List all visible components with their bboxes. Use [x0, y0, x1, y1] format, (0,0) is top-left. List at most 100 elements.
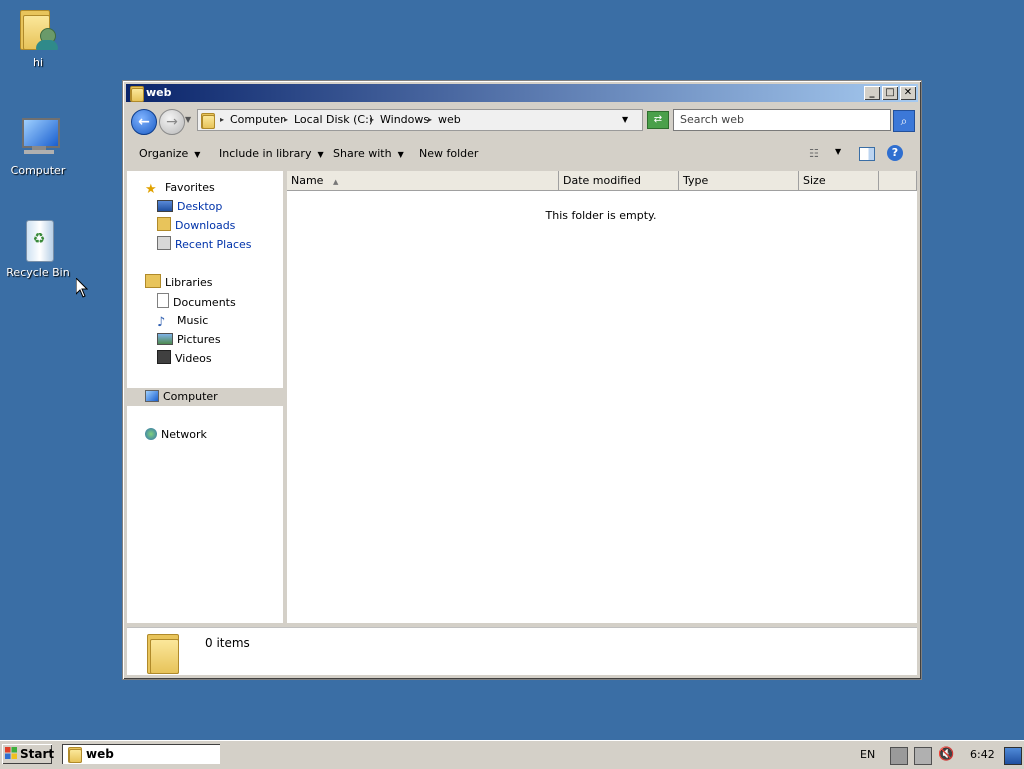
nav-computer[interactable]: Computer: [145, 388, 218, 406]
desktop-icon-label: Recycle Bin: [6, 266, 70, 279]
breadcrumb-separator[interactable]: ▸: [370, 110, 374, 130]
include-in-library-label: Include in library: [219, 147, 312, 160]
empty-folder-message: This folder is empty.: [545, 209, 657, 222]
nav-label: Videos: [175, 352, 212, 365]
taskbar-window-web[interactable]: web: [62, 744, 220, 764]
organize-menu[interactable]: Organize ▼: [139, 147, 200, 160]
minimize-button[interactable]: _: [864, 86, 880, 100]
recent-places-icon: [157, 236, 171, 250]
title-bar[interactable]: web _ □ ✕: [126, 84, 918, 102]
pictures-icon: [157, 333, 173, 345]
network-status-icon[interactable]: [914, 747, 932, 765]
back-button[interactable]: ←: [131, 109, 157, 135]
desktop-icon-computer[interactable]: Computer: [0, 116, 76, 177]
nav-label: Pictures: [177, 333, 221, 346]
organize-label: Organize: [139, 147, 189, 160]
nav-pictures[interactable]: Pictures: [157, 331, 221, 349]
taskbar-window-label: web: [86, 747, 114, 761]
computer-icon: [16, 116, 60, 160]
nav-label: Computer: [163, 390, 218, 403]
help-icon[interactable]: ?: [887, 145, 903, 161]
show-desktop-icon[interactable]: [1004, 747, 1022, 765]
breadcrumb-separator[interactable]: ▸: [220, 110, 224, 130]
nav-videos[interactable]: Videos: [157, 350, 212, 368]
column-header-name[interactable]: Name ▲: [287, 171, 559, 191]
folder-icon: [201, 113, 215, 129]
star-icon: ★: [145, 182, 157, 197]
nav-label: Favorites: [165, 181, 215, 194]
breadcrumb-local-disk[interactable]: Local Disk (C:): [294, 110, 373, 130]
nav-libraries[interactable]: Libraries: [145, 274, 213, 292]
search-icon[interactable]: ⌕: [893, 110, 915, 132]
column-label: Name: [291, 174, 324, 187]
sort-ascending-icon: ▲: [332, 178, 339, 186]
nav-label: Documents: [173, 296, 236, 309]
column-header-type[interactable]: Type: [679, 171, 799, 191]
chevron-down-icon[interactable]: ▼: [835, 147, 841, 156]
videos-icon: [157, 350, 171, 364]
windows-logo-icon: [5, 747, 17, 759]
nav-label: Recent Places: [175, 238, 252, 251]
start-label: Start: [20, 747, 55, 761]
user-folder-icon: [16, 8, 60, 52]
column-header-size[interactable]: Size: [799, 171, 879, 191]
chevron-down-icon: ▼: [397, 150, 404, 159]
nav-downloads[interactable]: Downloads: [157, 217, 235, 235]
nav-favorites[interactable]: ★ Favorites: [145, 179, 215, 197]
view-options-icon[interactable]: ☷: [809, 147, 819, 160]
nav-recent-places[interactable]: Recent Places: [157, 236, 252, 254]
desktop-icon: [157, 200, 173, 212]
breadcrumb-computer[interactable]: Computer: [230, 110, 285, 130]
volume-muted-icon[interactable]: 🔇: [938, 747, 954, 763]
folder-icon: [147, 634, 179, 674]
folder-icon: [130, 86, 144, 102]
address-bar[interactable]: ▸ Computer ▸ Local Disk (C:) ▸ Windows ▸…: [197, 109, 643, 131]
documents-icon: [157, 293, 169, 308]
folder-icon: [68, 747, 82, 763]
music-icon: ♪: [157, 315, 166, 330]
desktop-icon-recycle-bin[interactable]: ♻ Recycle Bin: [0, 218, 76, 279]
search-placeholder: Search web: [680, 113, 745, 126]
new-folder-button[interactable]: New folder: [419, 147, 478, 160]
breadcrumb-windows[interactable]: Windows: [380, 110, 429, 130]
nav-label: Libraries: [165, 276, 213, 289]
include-in-library-menu[interactable]: Include in library ▼: [219, 147, 324, 160]
nav-documents[interactable]: Documents: [157, 293, 236, 311]
language-indicator[interactable]: EN: [860, 741, 875, 769]
share-with-menu[interactable]: Share with ▼: [333, 147, 404, 160]
navigation-pane: ★ Favorites Desktop Downloads Recent Plac…: [127, 171, 283, 623]
desktop-icon-hi[interactable]: hi: [0, 8, 76, 69]
nav-desktop[interactable]: Desktop: [157, 198, 222, 216]
address-dropdown-icon[interactable]: ▼: [622, 110, 628, 130]
explorer-window[interactable]: web _ □ ✕ ← → ▼ ▸ Computer ▸ Local Disk …: [122, 80, 922, 680]
share-with-label: Share with: [333, 147, 392, 160]
nav-label: Network: [161, 428, 207, 441]
breadcrumb-separator[interactable]: ▸: [284, 110, 288, 130]
file-list[interactable]: Name ▲ Date modified Type Size This fold…: [287, 171, 917, 623]
preview-pane-icon[interactable]: [859, 147, 875, 161]
breadcrumb-separator[interactable]: ▸: [428, 110, 432, 130]
computer-icon: [145, 390, 159, 402]
close-button[interactable]: ✕: [900, 86, 916, 100]
libraries-icon: [145, 274, 161, 288]
nav-network[interactable]: Network: [145, 426, 207, 444]
item-count: 0 items: [205, 636, 250, 650]
address-row: ← → ▼ ▸ Computer ▸ Local Disk (C:) ▸ Win…: [127, 107, 917, 135]
start-button[interactable]: Start: [2, 744, 55, 764]
clock[interactable]: 6:42: [970, 741, 995, 769]
nav-music[interactable]: ♪ Music: [157, 312, 208, 330]
search-input[interactable]: Search web: [673, 109, 891, 131]
forward-button[interactable]: →: [159, 109, 185, 135]
breadcrumb-web[interactable]: web: [438, 110, 461, 130]
maximize-button[interactable]: □: [882, 86, 898, 100]
window-title: web: [146, 86, 172, 99]
network-icon: [145, 428, 157, 440]
recent-pages-dropdown[interactable]: ▼: [185, 115, 191, 124]
nav-label: Desktop: [177, 200, 223, 213]
taskbar: Start web EN 🔇 6:42: [0, 740, 1024, 769]
refresh-button[interactable]: ⇄: [647, 111, 669, 129]
details-pane: 0 items: [127, 627, 917, 675]
safely-remove-hardware-icon[interactable]: [890, 747, 908, 765]
desktop-icon-label: Computer: [10, 164, 66, 177]
column-header-date-modified[interactable]: Date modified: [559, 171, 679, 191]
